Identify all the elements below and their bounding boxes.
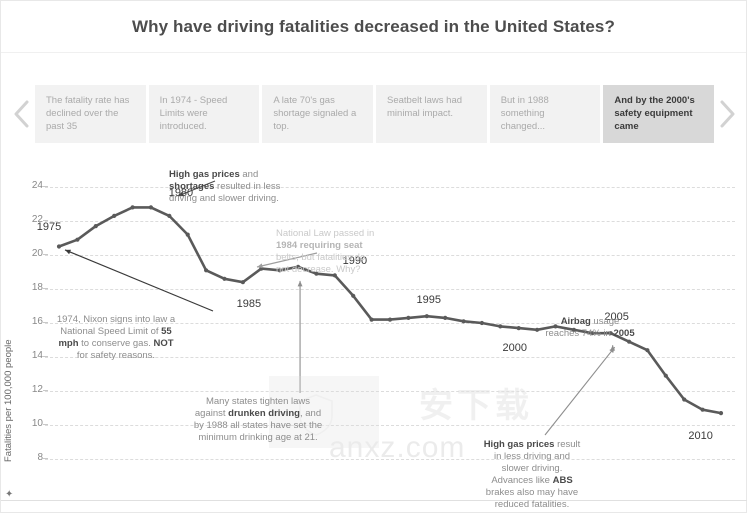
anno-gas08-l2: in less driving and (493, 451, 571, 462)
anno-seatbelt-l2: 1984 requiring seat (276, 240, 363, 251)
prev-story-arrow[interactable] (9, 94, 35, 134)
y-axis-tick-20: 20 (23, 248, 48, 259)
anno-dd-l1: Many states tighten laws (205, 396, 311, 407)
anno-airbag-l1-rest: usage (590, 316, 620, 327)
anno-dd-l2-post: , and (299, 408, 322, 419)
y-axis-tick-10: 10 (23, 418, 48, 429)
anno-gas08-l4-pre: Advances like (491, 475, 553, 486)
data-point-1994[interactable] (406, 315, 411, 320)
fatalities-line-chart: Fatalities per 100,000 people ✦ 24 22 20 18… (1, 151, 747, 514)
anno-gas08-l3: slower driving. (501, 463, 563, 474)
annotation-leader (544, 346, 616, 436)
data-point-1991[interactable] (351, 293, 356, 298)
story-nav-item-2[interactable]: A late 70's gas shortage signaled a top. (262, 85, 374, 143)
data-point-2007[interactable] (645, 348, 650, 353)
pin-icon: ✦ (5, 489, 14, 500)
story-nav-item-1[interactable]: In 1974 - Speed Limits were introduced. (148, 85, 260, 143)
anno-nixon-l4: for safety reasons. (76, 350, 156, 361)
anno-gas79-l1-bold: High gas prices (169, 169, 240, 180)
anno-seatbelt-l1: National Law passed in (276, 228, 375, 239)
anno-gas79-l1-rest: and (239, 169, 259, 180)
anno-airbag-l2-pre: reaches 74% in (545, 328, 614, 339)
anno-dd-l3: by 1988 all states have set the (193, 420, 323, 431)
title-bar: Why have driving fatalities decreased in… (1, 1, 746, 53)
anno-seatbelt-l4: not decrease. Why? (276, 264, 361, 275)
annotation-leader (64, 249, 214, 312)
y-axis-tick-12: 12 (23, 384, 48, 395)
data-point-1977[interactable] (93, 224, 98, 229)
data-point-1980[interactable] (148, 205, 153, 210)
anno-nixon-l2-bold: 55 (161, 326, 172, 337)
annotation-nixon-1974: 1974, Nixon signs into law a National Sp… (11, 314, 221, 362)
point-label-2010: 2010 (688, 429, 713, 442)
data-point-1983[interactable] (204, 268, 209, 273)
data-point-2010[interactable] (700, 407, 705, 412)
story-nav: The fatality rate has declined over the … (1, 83, 747, 145)
anno-dd-l2-bold: drunken driving (228, 408, 300, 419)
annotation-seatbelt-1984: National Law passed in 1984 requiring se… (276, 228, 416, 276)
data-point-1997[interactable] (461, 319, 466, 324)
story-nav-item-3[interactable]: Seatbelt laws had minimal impact. (376, 85, 487, 143)
data-point-1985[interactable] (240, 280, 245, 285)
data-point-1982[interactable] (185, 232, 190, 237)
data-point-1984[interactable] (222, 276, 227, 281)
data-point-1998[interactable] (479, 320, 484, 326)
y-axis-tick-24: 24 (23, 180, 48, 191)
data-point-2006[interactable] (627, 339, 632, 344)
data-point-1975[interactable] (56, 244, 62, 249)
x-axis-line (1, 500, 747, 501)
anno-dd-l4: minimum drinking age at 21. (198, 432, 318, 443)
page-title: Why have driving fatalities decreased in… (132, 16, 615, 36)
data-point-1996[interactable] (443, 315, 448, 320)
point-label-1985: 1985 (236, 298, 262, 311)
story-nav-item-5[interactable]: And by the 2000's safety equipment came (603, 85, 715, 143)
annotation-gas-prices-1979: High gas prices and shortages resulted i… (169, 169, 354, 205)
story-nav-item-0[interactable]: The fatality rate has declined over the … (35, 85, 146, 143)
data-point-1979[interactable] (130, 205, 135, 210)
y-axis-tick-18: 18 (23, 282, 48, 293)
y-axis-tick-8: 8 (23, 452, 48, 463)
anno-nixon-l3-rest: to conserve gas. (78, 338, 154, 349)
next-story-arrow[interactable] (714, 94, 740, 134)
chevron-right-icon (720, 100, 735, 128)
anno-airbag-l2-bold: 2005 (613, 328, 635, 339)
data-point-1999[interactable] (498, 324, 503, 329)
anno-gas08-l1-bold: High gas prices (483, 439, 555, 450)
anno-airbag-l1-bold: Airbag (560, 316, 591, 327)
data-point-2011[interactable] (718, 411, 724, 416)
story-nav-item-4[interactable]: But in 1988 something changed... (489, 85, 601, 143)
anno-seatbelt-l3: belts, but fatalities do (276, 252, 366, 263)
anno-gas79-l2-rest: resulted in less (214, 181, 281, 192)
anno-gas08-l4-bold: ABS (552, 475, 573, 486)
anno-gas79-l3: driving and slower driving. (169, 193, 279, 204)
anno-nixon-l3-bold: mph (58, 338, 79, 349)
data-point-1995[interactable] (424, 314, 429, 319)
data-point-2008[interactable] (663, 373, 668, 378)
data-point-1993[interactable] (387, 317, 393, 322)
annotation-leader (297, 280, 303, 393)
annotation-drunken-driving: Many states tighten laws against drunken… (163, 396, 353, 444)
anno-dd-l2-pre: against (194, 408, 229, 419)
anno-nixon-l3-bold2: NOT (153, 338, 174, 349)
data-point-1976[interactable] (75, 237, 80, 242)
point-label-1975: 1975 (36, 220, 62, 233)
point-label-2000: 2000 (502, 342, 527, 355)
annotation-airbag-2005: Airbag usage reaches 74% in 2005 (507, 316, 673, 340)
data-point-1981[interactable] (167, 213, 172, 218)
anno-nixon-l1: 1974, Nixon signs into law a (56, 314, 176, 325)
anno-gas79-l2-bold: shortages (169, 181, 215, 192)
data-point-1978[interactable] (112, 213, 117, 218)
anno-gas08-l1-rest: result (554, 439, 581, 450)
chevron-left-icon (14, 100, 29, 128)
annotation-gas-prices-2008: High gas prices result in less driving a… (449, 439, 615, 511)
data-point-2009[interactable] (682, 397, 687, 402)
point-label-1995: 1995 (416, 294, 442, 307)
anno-gas08-l5: brakes also may have (485, 487, 579, 498)
data-point-1992[interactable] (369, 317, 374, 322)
story-nav-items: The fatality rate has declined over the … (35, 85, 715, 143)
app-root: Why have driving fatalities decreased in… (0, 0, 747, 513)
anno-gas08-l6: reduced fatalities. (494, 499, 570, 510)
anno-nixon-l2: National Speed Limit of (60, 326, 162, 337)
